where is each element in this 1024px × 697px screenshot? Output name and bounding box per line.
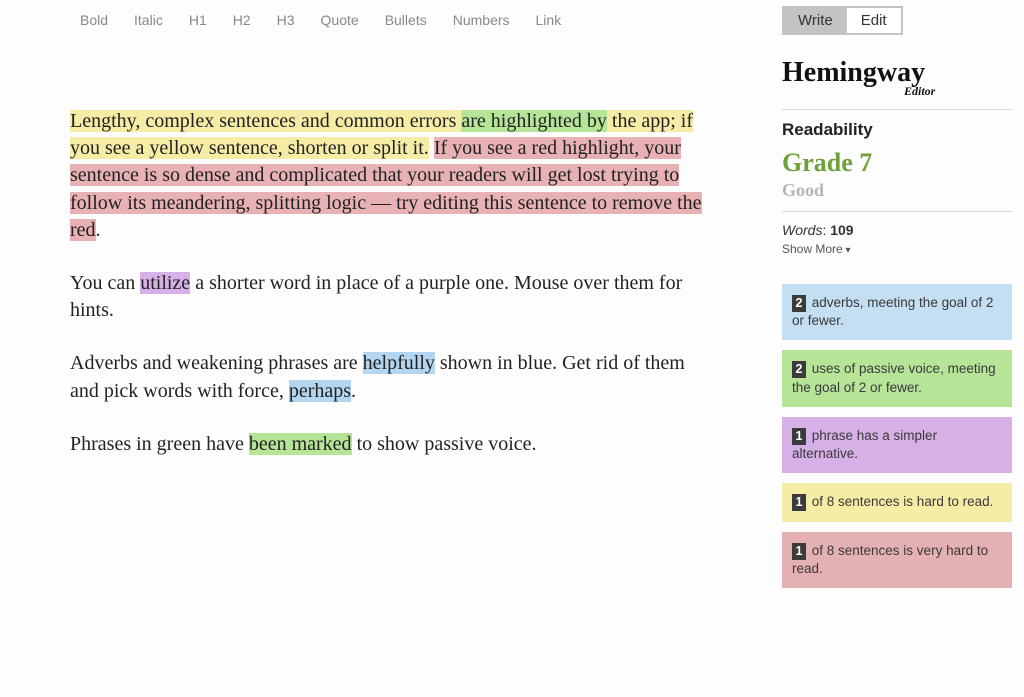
text-plain[interactable]: . xyxy=(96,219,101,241)
editor-area[interactable]: Lengthy, complex sentences and common er… xyxy=(70,108,710,484)
divider xyxy=(782,211,1012,212)
mode-toggle: Write Edit xyxy=(782,6,903,35)
card-simpler[interactable]: 1 phrase has a simpler alternative. xyxy=(782,417,1012,473)
card-simpler-count: 1 xyxy=(792,428,806,445)
divider xyxy=(782,109,1012,110)
logo-subtitle: Editor xyxy=(904,85,944,97)
card-hard-text: of 8 sentences is hard to read. xyxy=(808,494,993,509)
card-simpler-text: phrase has a simpler alternative. xyxy=(792,428,937,461)
paragraph-3[interactable]: Adverbs and weakening phrases are helpfu… xyxy=(70,350,710,404)
text-plain[interactable]: You can xyxy=(70,272,140,294)
link-button[interactable]: Link xyxy=(536,12,562,28)
bold-button[interactable]: Bold xyxy=(80,12,108,28)
h3-button[interactable]: H3 xyxy=(277,12,295,28)
numbers-button[interactable]: Numbers xyxy=(453,12,510,28)
highlight-simpler[interactable]: utilize xyxy=(140,272,190,294)
write-mode-button[interactable]: Write xyxy=(784,8,847,33)
h1-button[interactable]: H1 xyxy=(189,12,207,28)
card-hard[interactable]: 1 of 8 sentences is hard to read. xyxy=(782,483,1012,521)
card-passive[interactable]: 2 uses of passive voice, meeting the goa… xyxy=(782,350,1012,406)
metric-cards: 2 adverbs, meeting the goal of 2 or fewe… xyxy=(782,284,1012,588)
card-passive-count: 2 xyxy=(792,361,806,378)
card-very-hard-text: of 8 sentences is very hard to read. xyxy=(792,543,988,576)
highlight-passive[interactable]: are highlighted by xyxy=(461,110,607,132)
edit-mode-button[interactable]: Edit xyxy=(847,8,901,33)
bullets-button[interactable]: Bullets xyxy=(385,12,427,28)
card-very-hard[interactable]: 1 of 8 sentences is very hard to read. xyxy=(782,532,1012,588)
card-adverbs-text: adverbs, meeting the goal of 2 or fewer. xyxy=(792,295,993,328)
paragraph-4[interactable]: Phrases in green have been marked to sho… xyxy=(70,431,710,458)
word-count-value: 109 xyxy=(830,222,853,238)
text-plain[interactable]: Phrases in green have xyxy=(70,433,249,455)
quote-button[interactable]: Quote xyxy=(321,12,359,28)
text-plain[interactable]: . xyxy=(351,380,356,402)
show-more-toggle[interactable]: Show More xyxy=(782,242,1012,256)
highlight-passive[interactable]: been marked xyxy=(249,433,352,455)
card-very-hard-count: 1 xyxy=(792,543,806,560)
card-adverbs-count: 2 xyxy=(792,295,806,312)
card-adverbs[interactable]: 2 adverbs, meeting the goal of 2 or fewe… xyxy=(782,284,1012,340)
h2-button[interactable]: H2 xyxy=(233,12,251,28)
text-plain[interactable]: to show passive voice. xyxy=(352,433,537,455)
highlight-adverb[interactable]: helpfully xyxy=(363,352,435,374)
readability-grade: Grade 7 xyxy=(782,148,1012,178)
readability-heading: Readability xyxy=(782,120,1012,140)
highlight-hard[interactable]: Lengthy, complex sentences and common er… xyxy=(70,110,461,132)
text-plain[interactable]: Adverbs and weakening phrases are xyxy=(70,352,363,374)
paragraph-1[interactable]: Lengthy, complex sentences and common er… xyxy=(70,108,710,244)
app-logo: Hemingway Editor xyxy=(782,59,1012,99)
card-passive-text: uses of passive voice, meeting the goal … xyxy=(792,361,996,394)
italic-button[interactable]: Italic xyxy=(134,12,163,28)
word-count-line: Words: 109 xyxy=(782,222,1012,238)
card-hard-count: 1 xyxy=(792,494,806,511)
paragraph-2[interactable]: You can utilize a shorter word in place … xyxy=(70,270,710,324)
readability-rating: Good xyxy=(782,180,1012,201)
editor-content[interactable]: Lengthy, complex sentences and common er… xyxy=(70,108,710,458)
highlight-adverb[interactable]: perhaps xyxy=(289,380,351,402)
word-count-label: Words xyxy=(782,222,822,238)
sidebar: Write Edit Hemingway Editor Readability … xyxy=(782,6,1012,598)
